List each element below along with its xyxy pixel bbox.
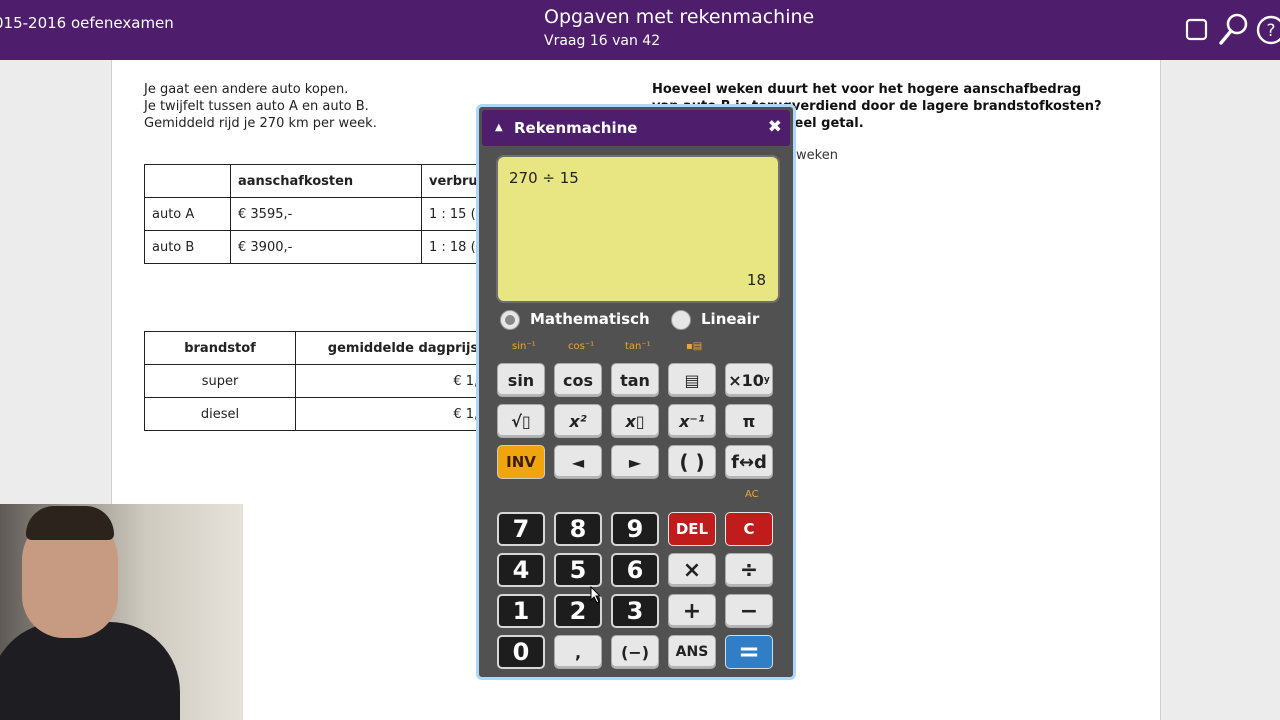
top-bar: 015-2016 oefenexamen Opgaven met rekenma… xyxy=(0,0,1280,60)
person-hair xyxy=(26,506,114,540)
digit-5-key[interactable]: 5 xyxy=(554,553,602,587)
table-header: aanschafkosten xyxy=(230,164,422,198)
mode-lineair-label[interactable]: Lineair xyxy=(701,310,759,328)
search-icon[interactable] xyxy=(1218,12,1250,46)
fuel-price-table: brandstof gemiddelde dagprijs super € 1,… xyxy=(144,331,511,431)
table-header xyxy=(144,164,231,198)
square-key[interactable]: x² xyxy=(554,404,602,438)
calculator-title: Rekenmachine xyxy=(514,119,638,137)
secondary-label: AC xyxy=(745,489,759,500)
table-cell: auto A xyxy=(144,197,231,231)
key-exponent: y xyxy=(763,375,770,385)
close-icon[interactable]: ✖ xyxy=(768,117,782,137)
answer-key[interactable]: ANS xyxy=(668,635,716,669)
display-expression: 270 ÷ 15 xyxy=(509,169,579,187)
secondary-label: sin⁻¹ xyxy=(512,341,536,352)
exam-name: 015-2016 oefenexamen xyxy=(0,14,174,32)
calculator-titlebar[interactable]: ▲ Rekenmachine ✖ xyxy=(482,110,790,146)
digit-0-key[interactable]: 0 xyxy=(497,635,545,669)
cos-key[interactable]: cos xyxy=(554,363,602,397)
equals-key[interactable]: = xyxy=(725,635,773,669)
square-icon[interactable] xyxy=(1185,18,1209,42)
fraction-decimal-key[interactable]: f↔d xyxy=(725,445,773,479)
calculator-window[interactable]: ▲ Rekenmachine ✖ 270 ÷ 15 18 Mathematisc… xyxy=(476,104,796,680)
mouse-cursor-icon xyxy=(590,586,602,604)
divide-key[interactable]: ÷ xyxy=(725,553,773,587)
comma-key[interactable]: , xyxy=(554,635,602,669)
table-cell: super xyxy=(144,364,296,398)
table-header-row: brandstof gemiddelde dagprijs xyxy=(144,331,511,365)
pi-key[interactable]: π xyxy=(725,404,773,438)
digit-9-key[interactable]: 9 xyxy=(611,512,659,546)
digit-6-key[interactable]: 6 xyxy=(611,553,659,587)
sin-key[interactable]: sin xyxy=(497,363,545,397)
tan-key[interactable]: tan xyxy=(611,363,659,397)
webcam-feed xyxy=(0,504,243,720)
table-cell: diesel xyxy=(144,397,296,431)
digit-8-key[interactable]: 8 xyxy=(554,512,602,546)
secondary-label: ▪▤ xyxy=(686,341,703,352)
secondary-label: tan⁻¹ xyxy=(625,341,651,352)
key-label: ×10 xyxy=(728,370,764,390)
cursor-right-key[interactable]: ► xyxy=(611,445,659,479)
power-key[interactable]: x▯ xyxy=(611,404,659,438)
calculator-display: 270 ÷ 15 18 xyxy=(496,155,780,303)
digit-3-key[interactable]: 3 xyxy=(611,594,659,628)
digit-4-key[interactable]: 4 xyxy=(497,553,545,587)
digit-7-key[interactable]: 7 xyxy=(497,512,545,546)
intro-line: Je gaat een andere auto kopen. xyxy=(144,82,349,97)
mode-mathematisch-radio[interactable] xyxy=(500,310,520,330)
mode-mathematisch-label[interactable]: Mathematisch xyxy=(530,310,650,328)
fraction-key[interactable]: ▤ xyxy=(668,363,716,397)
parentheses-key[interactable]: ( ) xyxy=(668,445,716,479)
help-glyph: ? xyxy=(1266,21,1275,41)
delete-key[interactable]: DEL xyxy=(668,512,716,546)
question-counter: Vraag 16 van 42 xyxy=(544,33,661,49)
sqrt-key[interactable]: √▯ xyxy=(497,404,545,438)
answer-unit: weken xyxy=(796,148,838,163)
collapse-icon[interactable]: ▲ xyxy=(495,122,503,133)
help-icon[interactable]: ? xyxy=(1256,14,1280,46)
negative-key[interactable]: (−) xyxy=(611,635,659,669)
plus-key[interactable]: + xyxy=(668,594,716,628)
secondary-label: cos⁻¹ xyxy=(568,341,595,352)
reciprocal-key[interactable]: x⁻¹ xyxy=(668,404,716,438)
mode-lineair-radio[interactable] xyxy=(671,310,691,330)
minus-key[interactable]: − xyxy=(725,594,773,628)
table-cell: € 3595,- xyxy=(230,197,422,231)
display-result: 18 xyxy=(746,271,766,289)
page-title: Opgaven met rekenmachine xyxy=(544,6,815,28)
table-cell: auto B xyxy=(144,230,231,264)
table-cell: € 3900,- xyxy=(230,230,422,264)
intro-line: Gemiddeld rijd je 270 km per week. xyxy=(144,116,377,131)
table-header: brandstof xyxy=(144,331,296,365)
table-row: super € 1,889 xyxy=(144,364,511,398)
digit-1-key[interactable]: 1 xyxy=(497,594,545,628)
intro-line: Je twijfelt tussen auto A en auto B. xyxy=(144,99,369,114)
cursor-left-key[interactable]: ◄ xyxy=(554,445,602,479)
multiply-key[interactable]: × xyxy=(668,553,716,587)
table-row: diesel € 1,532 xyxy=(144,397,511,431)
clear-key[interactable]: C xyxy=(725,512,773,546)
person-body xyxy=(0,622,180,720)
times-ten-power-key[interactable]: ×10 y xyxy=(725,363,773,397)
intro-text: Je gaat een andere auto kopen. Je twijfe… xyxy=(144,81,377,132)
inv-key[interactable]: INV xyxy=(497,445,545,479)
